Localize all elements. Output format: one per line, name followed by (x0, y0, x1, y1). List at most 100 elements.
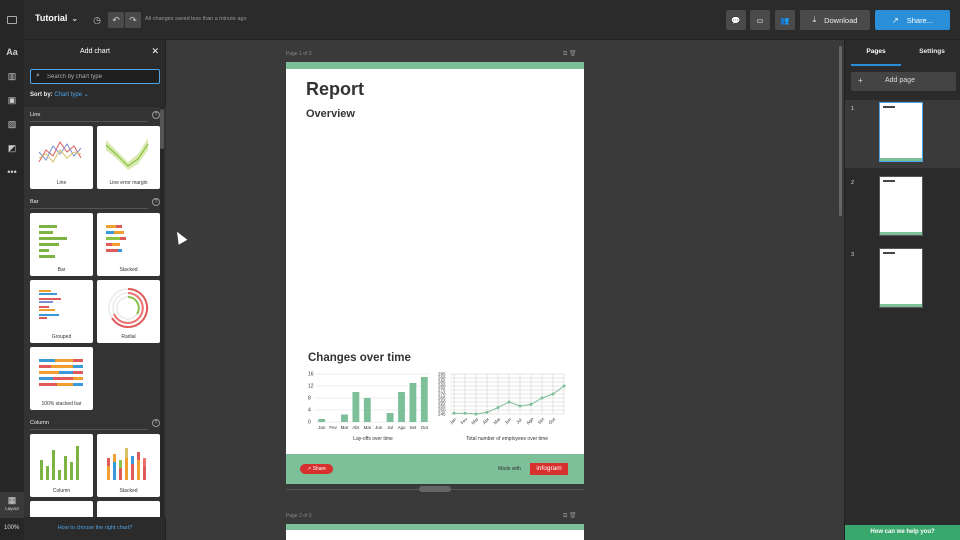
help-chat-button[interactable]: How can we help you? (845, 525, 960, 540)
sort-by[interactable]: Sort by: Chart type ⌄ (30, 91, 89, 98)
share-button[interactable]: ↗ Share... (875, 10, 950, 30)
x-tick-label: Fev (460, 416, 469, 425)
y-tick-label: 295 (438, 372, 446, 377)
y-tick-label: 0 (308, 420, 311, 426)
project-title[interactable]: Tutorial ⌄ (35, 13, 78, 23)
radial-chart-preview-icon (108, 287, 149, 328)
shapes-tool-icon[interactable]: ◩ (0, 139, 24, 157)
page-thumbnail-row[interactable]: 1 (845, 100, 960, 168)
bar-chart-preview-icon (39, 225, 67, 258)
layout-button[interactable]: ▦ Layout (0, 492, 24, 518)
chart-tool-icon[interactable]: ▥ (0, 67, 24, 85)
x-tick-label: Mar (341, 425, 349, 430)
search-input[interactable] (47, 72, 155, 82)
y-tick-label: 16 (308, 372, 314, 378)
present-button[interactable]: ▭ (750, 10, 770, 30)
redo-button[interactable]: ↷ (125, 12, 141, 28)
duplicate-icon[interactable]: ⧉ (563, 51, 567, 57)
chart-card-line-error-margin[interactable]: Line error margin (97, 126, 160, 189)
close-icon[interactable]: ✕ (151, 46, 159, 57)
plus-icon: + (858, 76, 863, 85)
chart-card-100-stacked-bar[interactable]: 100% stacked bar (30, 347, 93, 410)
y-tick-label: 8 (308, 396, 311, 402)
trash-icon[interactable]: 🗑 (569, 51, 577, 57)
search-icon: ⌕ (36, 72, 40, 79)
bar (352, 392, 360, 422)
x-tick-label: Mar (470, 416, 479, 425)
report-page[interactable]: Report Overview Changes over time 0 4 8 12 1… (286, 62, 584, 484)
section-label: Bar (30, 199, 39, 205)
collaborators-button[interactable]: 👥 (775, 10, 795, 30)
page-label: Page 2 of 3 (286, 513, 312, 519)
chart-card-grouped-bar[interactable]: Grouped (30, 280, 93, 343)
editor-canvas: Page 1 of 3 ⧉ 🗑 Report Overview Changes … (166, 40, 844, 540)
report-subtitle[interactable]: Overview (306, 108, 355, 120)
duplicate-icon[interactable]: ⧉ (563, 513, 567, 519)
report-title[interactable]: Report (306, 79, 364, 100)
home-logo[interactable] (0, 0, 24, 40)
line-chart-preview-icon (38, 141, 82, 163)
map-tool-icon[interactable]: ▣ (0, 91, 24, 109)
chart-card-radial[interactable]: Radial (97, 280, 160, 343)
report-page-2[interactable] (286, 524, 584, 540)
bar (363, 398, 371, 422)
users-icon: 👥 (780, 15, 790, 25)
grid-icon: ▦ (7, 495, 17, 505)
undo-button[interactable]: ↶ (108, 12, 124, 28)
more-icon[interactable]: ••• (0, 163, 24, 181)
section-label: Line (30, 112, 41, 118)
save-status: All changes saved less than a minute ago (145, 16, 247, 22)
download-button[interactable]: ⤓ Download (800, 10, 870, 30)
section-label: Column (30, 420, 49, 426)
x-axis-label: Total number of employees over time (466, 436, 548, 442)
bar (318, 419, 326, 422)
employees-line-chart[interactable]: 245250255260265270275280285290295Jan Fev M… (438, 370, 568, 444)
chart-card-stacked-bar[interactable]: Stacked (97, 213, 160, 276)
chart-card-column[interactable]: Column (30, 434, 93, 497)
share-pill[interactable]: ↗ Share (300, 464, 333, 474)
panel-scrollbar[interactable] (160, 107, 164, 517)
page-thumbnail-row[interactable]: 2 (845, 174, 960, 242)
changes-title[interactable]: Changes over time (308, 352, 411, 364)
chart-card-bar[interactable]: Bar (30, 213, 93, 276)
chart-card-partial[interactable] (97, 501, 160, 517)
chart-card-stacked-column[interactable]: Stacked (97, 434, 160, 497)
text-tool-icon[interactable]: Aa (0, 43, 24, 61)
chart-type-list: Line ? Line Line error margin Bar ? Bar … (24, 107, 166, 517)
scroll-thumb[interactable] (160, 109, 164, 149)
page-thumbnail[interactable] (879, 248, 923, 308)
trash-icon[interactable]: 🗑 (569, 513, 577, 519)
help-icon[interactable]: ? (152, 198, 160, 206)
chart-card-line[interactable]: Line (30, 126, 93, 189)
help-link[interactable]: How to choose the right chart? (24, 525, 166, 531)
divider (30, 121, 148, 122)
percent-stacked-bar-preview-icon (39, 359, 83, 386)
tab-pages[interactable]: Pages (851, 46, 901, 66)
resize-handle[interactable] (419, 486, 451, 492)
data-point (551, 392, 555, 396)
layoffs-bar-chart[interactable]: 0 4 8 12 16 Jan Fev Mar Abr Mai Jun Jul Ago Set Out Lay… (306, 370, 436, 444)
image-tool-icon[interactable]: ▨ (0, 115, 24, 133)
bar (398, 392, 405, 422)
help-icon[interactable]: ? (152, 419, 160, 427)
x-tick-label: Jun (504, 416, 513, 425)
help-icon[interactable]: ? (152, 111, 160, 119)
canvas-scrollbar[interactable] (839, 46, 842, 216)
comment-icon: 💬 (731, 15, 741, 25)
top-bar: Tutorial ⌄ ◷ ↶ ↷ All changes saved less t… (0, 0, 960, 40)
bar (409, 383, 417, 422)
page-thumbnail[interactable] (879, 102, 923, 162)
page-thumbnail[interactable] (879, 176, 923, 236)
zoom-level[interactable]: 100% (4, 525, 19, 531)
add-page-button[interactable]: + Add page (851, 72, 956, 91)
tab-settings[interactable]: Settings (907, 46, 957, 66)
divider (30, 429, 148, 430)
comments-button[interactable]: 💬 (726, 10, 746, 30)
y-tick-label: 4 (308, 408, 311, 414)
column-chart-preview-icon (40, 446, 79, 480)
bar (341, 414, 348, 422)
bar (386, 413, 394, 422)
chart-card-partial[interactable] (30, 501, 93, 517)
history-icon[interactable]: ◷ (89, 12, 105, 28)
page-thumbnail-row[interactable]: 3 (845, 246, 960, 314)
